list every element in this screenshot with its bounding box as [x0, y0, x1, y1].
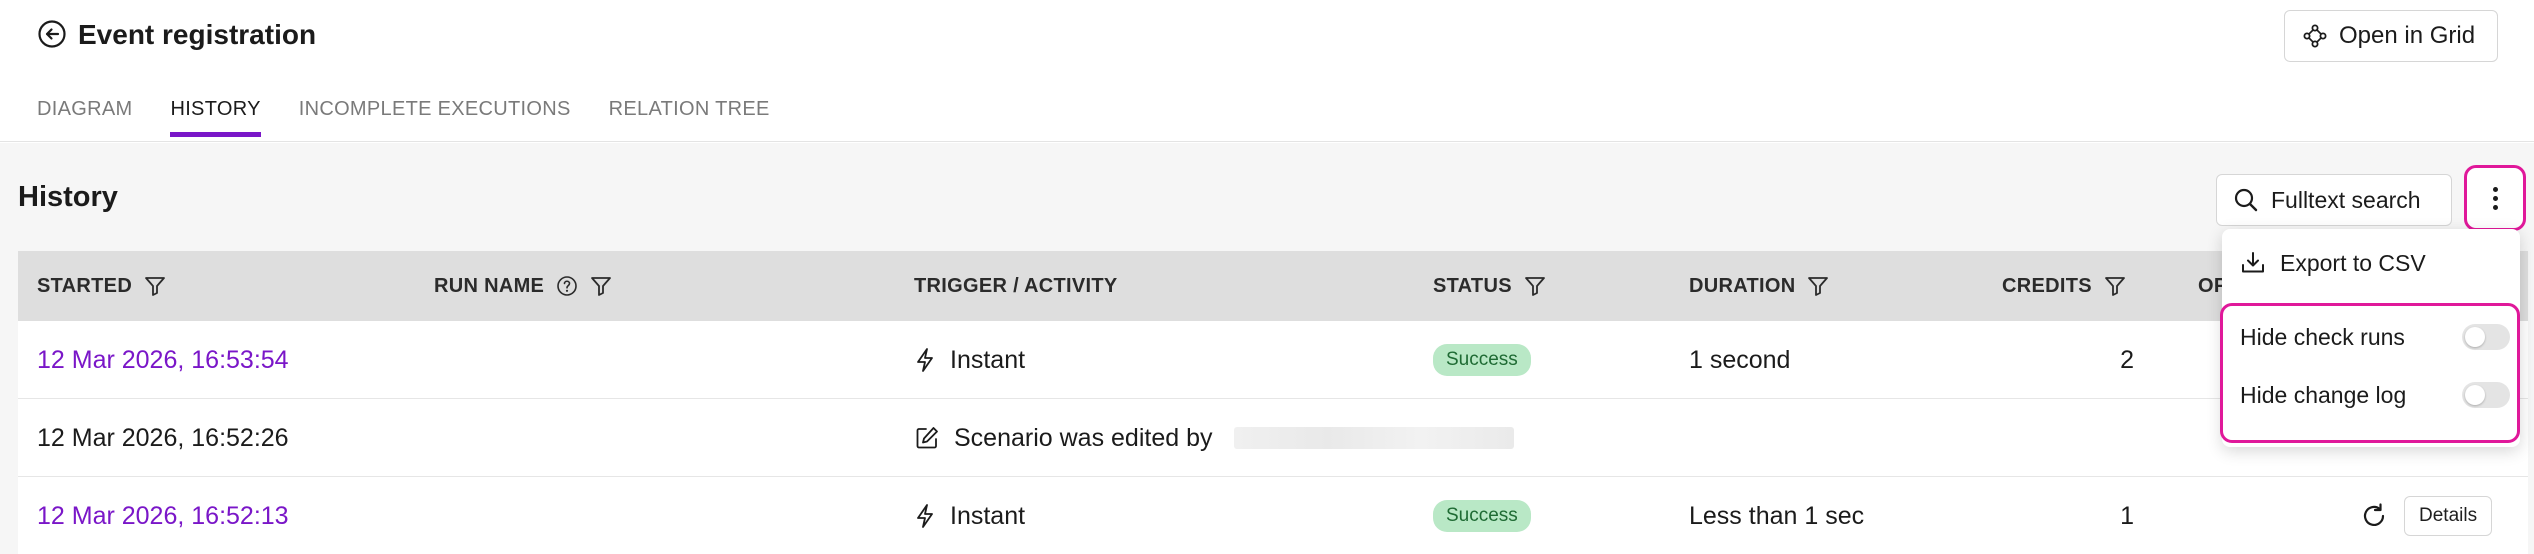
history-panel: History Fulltext search STARTED RUN NAME…	[0, 143, 2534, 554]
tab-relation-tree[interactable]: RELATION TREE	[609, 98, 770, 137]
status-cell: Success	[1433, 477, 1531, 554]
trigger-cell: Instant	[914, 321, 1025, 399]
table-row[interactable]: 12 Mar 2026, 16:52:26 Scenario was edite…	[18, 399, 2528, 477]
filter-icon[interactable]	[144, 275, 166, 297]
page-header: Event registration Open in Grid DIAGRAM …	[0, 0, 2534, 142]
history-table: STARTED RUN NAME TRIGGER / ACTIVITY STAT…	[18, 251, 2528, 554]
column-started: STARTED	[37, 251, 166, 321]
edit-icon	[916, 427, 938, 449]
column-duration: DURATION	[1689, 251, 1829, 321]
column-credits: CREDITS	[2002, 251, 2126, 321]
status-cell: Success	[1433, 321, 1531, 399]
lightning-icon	[917, 504, 933, 528]
more-vertical-icon	[2475, 178, 2515, 218]
tab-incomplete-executions[interactable]: INCOMPLETE EXECUTIONS	[299, 98, 571, 137]
credits-cell: 1	[2120, 501, 2134, 530]
history-title: History	[18, 181, 118, 213]
search-icon	[2234, 188, 2258, 212]
column-run-name: RUN NAME	[434, 251, 612, 321]
open-in-grid-label: Open in Grid	[2339, 22, 2476, 49]
trigger-label: Instant	[950, 501, 1026, 530]
open-in-grid-button[interactable]: Open in Grid	[2284, 10, 2498, 62]
download-icon	[2242, 252, 2264, 273]
trigger-cell: Instant	[914, 477, 1025, 554]
more-options-menu: Export to CSV Hide check runs Hide chang…	[2220, 229, 2520, 447]
status-badge: Success	[1433, 500, 1531, 532]
duration-cell: 1 second	[1689, 345, 1791, 374]
trigger-cell: Scenario was edited by	[914, 399, 1515, 477]
status-badge: Success	[1433, 344, 1531, 376]
column-trigger-activity: TRIGGER / ACTIVITY	[914, 251, 1118, 321]
table-header: STARTED RUN NAME TRIGGER / ACTIVITY STAT…	[18, 251, 2528, 321]
column-credits-label: CREDITS	[2002, 274, 2092, 297]
export-csv-label: Export to CSV	[2280, 249, 2426, 276]
filter-icon[interactable]	[2104, 275, 2126, 297]
back-button[interactable]	[36, 18, 68, 50]
trigger-label: Scenario was edited by	[954, 423, 1213, 452]
column-status: STATUS	[1433, 251, 1546, 321]
column-started-label: STARTED	[37, 274, 133, 297]
trigger-label: Instant	[950, 345, 1026, 374]
duration-cell: Less than 1 sec	[1689, 501, 1865, 530]
tab-diagram[interactable]: DIAGRAM	[37, 98, 132, 137]
fulltext-search-button[interactable]: Fulltext search	[2216, 174, 2452, 226]
page-title: Event registration	[78, 19, 317, 50]
hide-check-runs-toggle[interactable]	[2462, 324, 2510, 350]
column-duration-label: DURATION	[1689, 274, 1796, 297]
hide-change-log-option: Hide change log	[2240, 373, 2510, 417]
redacted-user-name	[1234, 427, 1515, 449]
filter-icon[interactable]	[1807, 275, 1829, 297]
details-button[interactable]: Details	[2404, 496, 2493, 536]
table-row[interactable]: 12 Mar 2026, 16:53:54 Instant Success 1 …	[18, 321, 2528, 399]
fulltext-search-label: Fulltext search	[2271, 186, 2421, 213]
started-text: 12 Mar 2026, 16:52:26	[37, 423, 289, 452]
hide-check-runs-label: Hide check runs	[2240, 323, 2405, 350]
arrow-left-circle-icon	[38, 20, 66, 48]
column-status-label: STATUS	[1433, 274, 1512, 297]
export-csv-menu-item[interactable]: Export to CSV	[2240, 243, 2426, 283]
hide-change-log-toggle[interactable]	[2462, 382, 2510, 408]
tab-bar: DIAGRAM HISTORY INCOMPLETE EXECUTIONS RE…	[37, 98, 808, 137]
tab-history[interactable]: HISTORY	[170, 98, 261, 137]
filter-icon[interactable]	[590, 275, 612, 297]
column-trigger-label: TRIGGER / ACTIVITY	[914, 274, 1118, 297]
table-row[interactable]: 12 Mar 2026, 16:52:13 Instant Success Le…	[18, 477, 2528, 554]
filter-icon[interactable]	[1524, 275, 1546, 297]
hide-change-log-label: Hide change log	[2240, 381, 2407, 408]
credits-cell: 2	[2120, 345, 2134, 374]
lightning-icon	[917, 348, 933, 372]
refresh-icon	[2363, 503, 2385, 527]
started-link[interactable]: 12 Mar 2026, 16:52:13	[37, 477, 289, 554]
grid-network-icon	[2303, 24, 2327, 48]
hide-check-runs-option: Hide check runs	[2240, 315, 2510, 359]
started-link[interactable]: 12 Mar 2026, 16:53:54	[37, 321, 289, 399]
rerun-button[interactable]	[2358, 477, 2390, 554]
column-run-name-label: RUN NAME	[434, 274, 545, 297]
more-options-button[interactable]	[2464, 165, 2526, 231]
help-circle-icon[interactable]	[556, 275, 578, 297]
